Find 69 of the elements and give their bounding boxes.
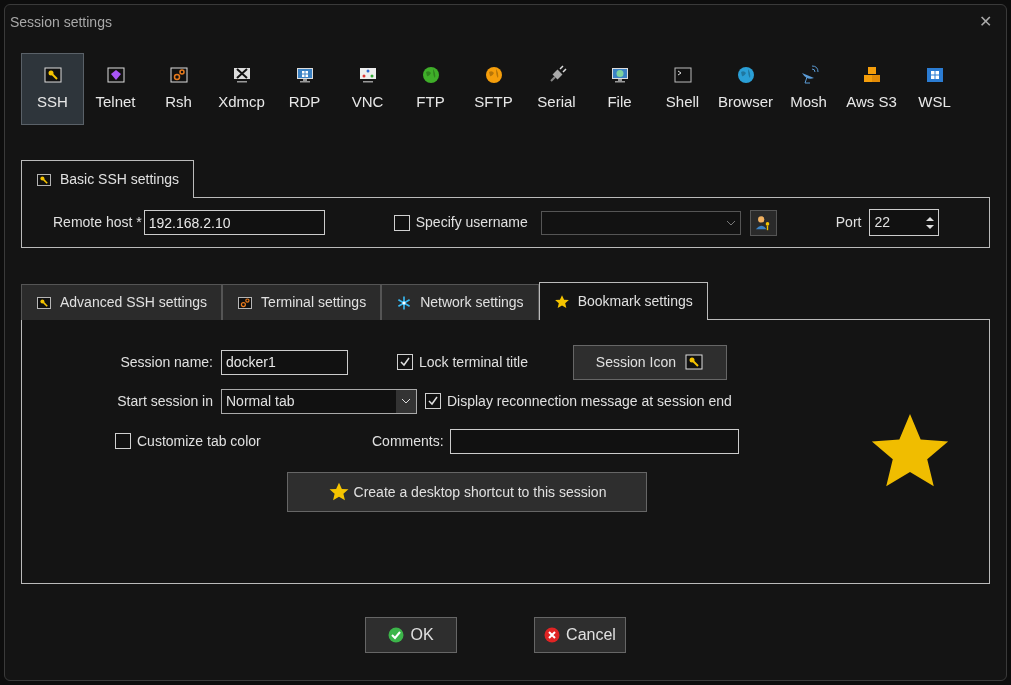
x-circle-icon xyxy=(544,627,561,643)
check-circle-icon xyxy=(388,627,405,643)
session-type-button[interactable]: Mosh xyxy=(777,53,840,125)
network-icon xyxy=(396,294,413,311)
checkbox-label: Display reconnection message at session end xyxy=(447,391,732,411)
checkbox[interactable] xyxy=(397,354,413,370)
session-type-button[interactable]: Telnet xyxy=(84,53,147,125)
globe-icon xyxy=(420,64,441,85)
chevron-icon xyxy=(725,218,736,227)
comments-label: Comments: xyxy=(372,431,444,451)
session-name-field[interactable]: docker1 xyxy=(221,349,348,375)
session-type-button[interactable]: RDP xyxy=(273,53,336,125)
session-type-button[interactable]: Shell xyxy=(651,53,714,125)
settings-tab[interactable]: Terminal settings xyxy=(222,284,382,320)
session-type-button[interactable]: FTP xyxy=(399,53,462,125)
close-button[interactable]: ✕ xyxy=(975,10,996,34)
gears-icon xyxy=(168,64,189,85)
start-session-label: Start session in xyxy=(116,391,214,411)
username-dropdown[interactable] xyxy=(540,210,741,235)
basic-settings-tab[interactable]: Basic SSH settings xyxy=(21,160,195,198)
session-type-button[interactable]: File xyxy=(588,53,651,125)
comments-field[interactable] xyxy=(449,428,739,454)
key-icon xyxy=(684,352,704,372)
boxes-icon xyxy=(861,64,882,85)
port-label: Port xyxy=(835,213,862,232)
session-icon-button[interactable]: Session Icon xyxy=(572,344,727,380)
star-icon xyxy=(553,293,570,310)
session-type-button[interactable]: VNC xyxy=(336,53,399,125)
session-type-button[interactable]: SFTP xyxy=(462,53,525,125)
tab-label: Basic SSH settings xyxy=(60,170,180,189)
checkbox[interactable] xyxy=(115,433,131,449)
remote-host-field[interactable]: 192.168.2.10 xyxy=(143,210,325,235)
chevron-icon xyxy=(401,397,411,405)
user-key-button[interactable] xyxy=(749,209,777,236)
terminal-icon xyxy=(672,64,693,85)
globe-icon xyxy=(483,64,504,85)
checkbox[interactable] xyxy=(425,393,441,409)
session-type-button[interactable]: Serial xyxy=(525,53,588,125)
settings-tab[interactable]: Bookmark settings xyxy=(538,282,708,320)
window-title: Session settings xyxy=(10,12,112,32)
key-icon xyxy=(36,294,52,311)
checkbox-label: Customize tab color xyxy=(137,431,261,451)
gears-icon xyxy=(237,294,254,311)
spin-arrows-icon xyxy=(926,215,935,230)
key-icon xyxy=(42,64,63,85)
ok-button[interactable]: OK xyxy=(365,617,457,653)
checkbox[interactable] xyxy=(393,214,410,231)
session-type-button[interactable]: Xdmcp xyxy=(210,53,273,125)
port-value: 22 xyxy=(874,213,891,232)
globe-icon xyxy=(735,64,756,85)
star-icon xyxy=(327,481,350,503)
desktop-shortcut-button[interactable]: Create a desktop shortcut to this session xyxy=(287,472,647,512)
key-icon xyxy=(36,171,52,188)
start-session-dropdown[interactable]: Normal tab xyxy=(221,388,417,414)
session-type-button[interactable]: WSL xyxy=(903,53,966,125)
session-name-label: Session name: xyxy=(119,352,214,372)
settings-tab[interactable]: Advanced SSH settings xyxy=(21,284,223,320)
port-spinbox[interactable]: 22 xyxy=(869,209,940,236)
checkbox-label: Specify username xyxy=(415,213,528,232)
session-type-button[interactable]: Browser xyxy=(714,53,777,125)
settings-tab[interactable]: Network settings xyxy=(381,284,539,320)
dropdown-value: Normal tab xyxy=(226,391,295,411)
checkbox-label: Lock terminal title xyxy=(419,352,528,372)
gem-icon xyxy=(105,64,126,85)
session-type-button[interactable]: Aws S3 xyxy=(840,53,903,125)
remote-host-label: Remote host * xyxy=(53,213,142,232)
session-type-button[interactable]: SSH xyxy=(21,53,84,125)
session-type-button[interactable]: Rsh xyxy=(147,53,210,125)
cancel-button[interactable]: Cancel xyxy=(534,617,626,653)
